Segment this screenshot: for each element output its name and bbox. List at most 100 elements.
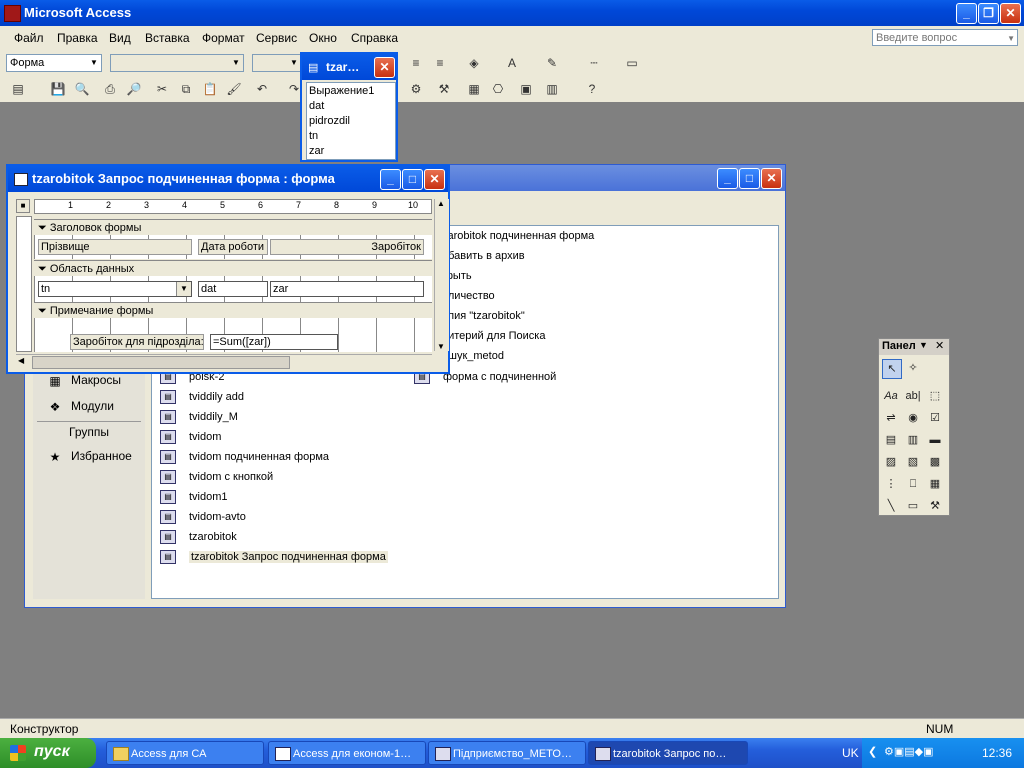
textbox-sum-zar[interactable]: =Sum([zar]) [210,334,338,350]
subform-tool-icon[interactable]: ▦ [926,475,944,493]
toolbox-icon[interactable]: ⚒ [436,81,452,97]
list-box-tool-icon[interactable]: ▥ [904,431,922,449]
field-item[interactable]: zar [309,145,324,157]
new-object-icon[interactable]: ▥ [544,81,560,97]
properties-icon[interactable]: ▣ [518,81,534,97]
command-button-tool-icon[interactable]: ▬ [926,431,944,449]
label-earnings[interactable]: Заробіток [270,239,424,255]
list-item[interactable]: ▤ tviddily_M [160,410,238,424]
copy-icon[interactable]: ⧉ [178,81,194,97]
menu-help[interactable]: Справка [351,31,398,45]
border-style-icon[interactable]: ┄ [586,55,602,71]
scroll-up-icon[interactable]: ▲ [437,199,445,208]
tab-control-tool-icon[interactable]: ⎕ [904,475,922,493]
menu-file[interactable]: Файл [14,31,44,45]
form-window-icon[interactable] [14,173,28,186]
taskbar-item-active[interactable]: tzarobitok Запрос по… [588,741,748,765]
bound-object-tool-icon[interactable]: ▩ [926,453,944,471]
list-item[interactable]: zarobitok подчиненная форма [442,230,594,242]
toolbox-menu-icon[interactable]: ▼ [919,340,928,350]
list-item[interactable]: ритерий для Поиска [442,330,545,342]
field-item[interactable]: Выражение1 [309,85,374,97]
line-color-icon[interactable]: ✎ [544,55,560,71]
toggle-button-tool-icon[interactable]: ⇌ [882,409,900,427]
menu-tools[interactable]: Сервис [256,31,297,45]
form-close-button[interactable]: ✕ [424,169,445,190]
line-tool-icon[interactable]: ╲ [882,497,900,515]
section-header-form-header[interactable]: ⏷ Заголовок формы [34,219,432,235]
label-work-date[interactable]: Дата роботи [198,239,268,255]
font-color-icon[interactable]: A [504,55,520,71]
scroll-left-icon[interactable]: ◀ [18,356,24,365]
list-item[interactable]: ▤ tvidom подчиненная форма [160,450,329,464]
list-item[interactable]: опия "tzarobitok" [442,310,525,322]
list-item[interactable]: ▤ tvidom [160,430,221,444]
paste-icon[interactable]: 📋 [202,81,218,97]
taskbar-item[interactable]: Access для економ-1… [268,741,426,765]
form-minimize-button[interactable]: _ [380,169,401,190]
format-painter-icon[interactable]: 🖌 [226,81,242,97]
combo-box-tool-icon[interactable]: ▤ [882,431,900,449]
align-center-icon[interactable]: ≡ [408,55,424,71]
search-file-icon[interactable]: 🔍 [74,81,90,97]
taskbar-item[interactable]: Підприємство_МЕТО… [428,741,586,765]
restore-button[interactable]: ❐ [978,3,999,24]
autoformat-icon[interactable]: ▦ [466,81,482,97]
checkbox-tool-icon[interactable]: ☑ [926,409,944,427]
list-item-selected[interactable]: ▤ tzarobitok Запрос подчиненная форма [160,550,388,564]
font-size-combo[interactable]: ▼ [252,54,302,72]
menu-format[interactable]: Формат [202,31,245,45]
option-button-tool-icon[interactable]: ◉ [904,409,922,427]
section-header-form-footer[interactable]: ⏷ Примечание формы [34,302,432,318]
db-close-button[interactable]: ✕ [761,168,782,189]
line-width-icon[interactable]: ▭ [624,55,640,71]
start-button[interactable]: пуск [0,738,96,768]
image-tool-icon[interactable]: ▨ [882,453,900,471]
object-combo[interactable]: Форма ▼ [6,54,102,72]
page-break-tool-icon[interactable]: ⋮ [882,475,900,493]
db-maximize-button[interactable]: □ [739,168,760,189]
minimize-button[interactable]: _ [956,3,977,24]
label-earnings-by-department[interactable]: Заробіток для підрозділа: [70,334,204,350]
tray-expand-icon[interactable]: ❮ [868,745,877,758]
combo-tn[interactable]: tn ▼ [38,281,192,297]
control-wizards-icon[interactable]: ✧ [904,359,922,377]
save-icon[interactable]: 💾 [50,81,66,97]
groups-header[interactable]: Группы [37,421,141,442]
close-button[interactable]: ✕ [1000,3,1021,24]
field-list-icon[interactable]: ⚙ [408,81,424,97]
menu-view[interactable]: Вид [109,31,131,45]
align-right-icon[interactable]: ≡ [432,55,448,71]
toolbox-close-icon[interactable]: ✕ [935,339,944,352]
list-item[interactable]: ▤ tviddily add [160,390,244,404]
option-group-tool-icon[interactable]: ⬚ [926,387,944,405]
help-icon[interactable]: ? [584,81,600,97]
textbox-dat[interactable]: dat [198,281,268,297]
cut-icon[interactable]: ✂ [154,81,170,97]
more-controls-tool-icon[interactable]: ⚒ [926,497,944,515]
select-objects-icon[interactable]: ↖ [882,359,902,379]
access-app-icon[interactable] [4,5,21,22]
fill-color-icon[interactable]: ◈ [466,55,482,71]
horizontal-scrollbar[interactable]: ◀ [16,354,432,369]
print-icon[interactable]: ⎙ [102,81,118,97]
unbound-object-tool-icon[interactable]: ▧ [904,453,922,471]
field-list-close-button[interactable]: ✕ [374,57,395,78]
scroll-down-icon[interactable]: ▼ [437,342,445,351]
taskbar-item[interactable]: Access для СА [106,741,264,765]
section-header-detail[interactable]: ⏷ Область данных [34,260,432,276]
list-item[interactable]: ▤ tvidom-avto [160,510,246,524]
list-item[interactable]: ошук_metod [442,350,504,362]
dropdown-arrow-icon[interactable]: ▼ [176,282,191,296]
form-maximize-button[interactable]: □ [402,169,423,190]
undo-icon[interactable]: ↶ [254,81,270,97]
code-icon[interactable]: ⎔ [490,81,506,97]
menu-edit[interactable]: Правка [57,31,98,45]
textbox-tool-icon[interactable]: ab| [904,387,922,405]
field-item[interactable]: tn [309,130,318,142]
label-surname[interactable]: Прізвище [38,239,192,255]
textbox-zar[interactable]: zar [270,281,424,297]
font-combo[interactable]: ▼ [110,54,244,72]
scroll-thumb[interactable] [32,356,290,369]
sidebar-item-macros[interactable]: ▦ Макросы [47,373,121,388]
